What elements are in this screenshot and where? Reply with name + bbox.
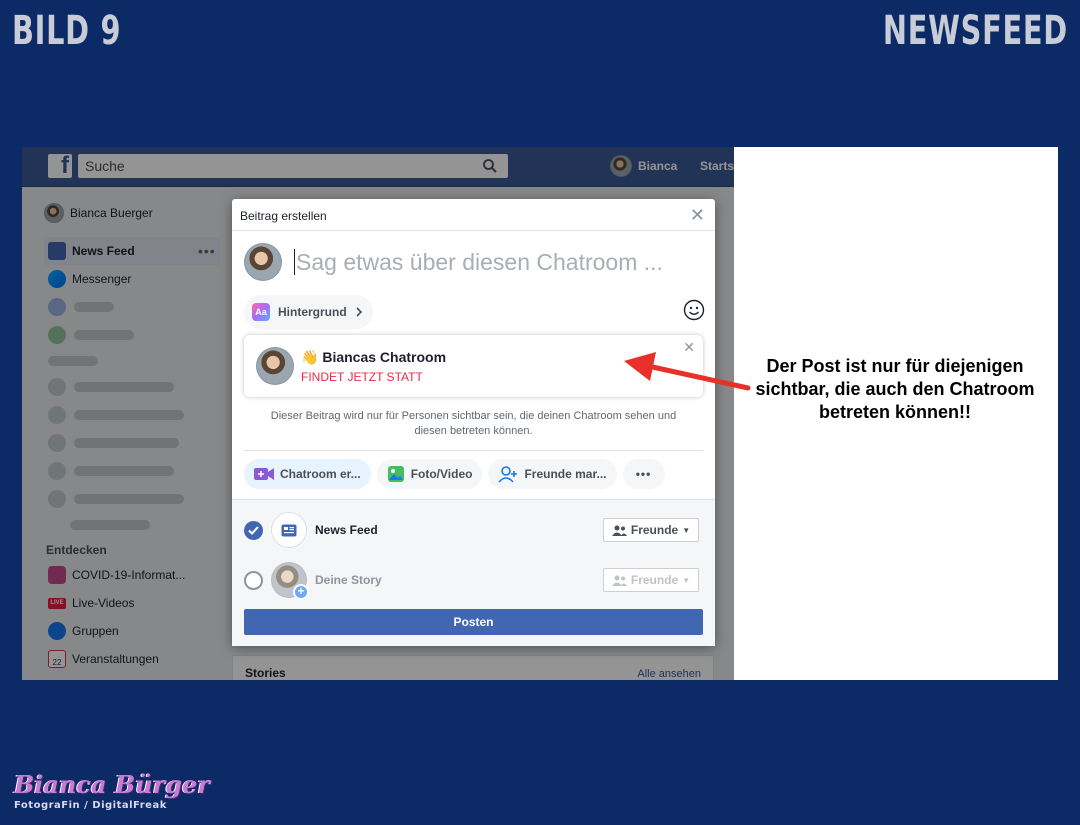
photo-video-button[interactable]: Foto/Video (376, 459, 483, 489)
avatar (244, 243, 282, 281)
video-plus-icon (254, 468, 274, 480)
share-destinations: News Feed Freunde ▼ + Deine Story Freund… (232, 499, 715, 646)
wave-emoji: 👋 (301, 349, 319, 365)
slide-title-left: BILD 9 (12, 8, 122, 54)
logo-subtitle: FotograFin / DigitalFreak (14, 800, 167, 811)
chatroom-attachment: 👋 Biancas Chatroom FINDET JETZT STATT ✕ (244, 335, 703, 397)
chatroom-title: Biancas Chatroom (322, 349, 447, 365)
logo-name: Bianca Bürger (14, 770, 210, 799)
audience-selector[interactable]: Freunde ▼ (603, 568, 699, 592)
chevron-right-icon (356, 307, 362, 317)
create-chatroom-button[interactable]: Chatroom er... (244, 459, 371, 489)
composer-input[interactable]: Sag etwas über diesen Chatroom ... (296, 249, 663, 276)
text-background-icon: Aa (252, 303, 270, 321)
background-button[interactable]: Aa Hintergrund (244, 295, 373, 329)
dialog-title: Beitrag erstellen (240, 209, 327, 223)
audience-label: Freunde (630, 573, 679, 587)
remove-attachment-icon[interactable]: ✕ (683, 339, 695, 356)
caret-down-icon: ▼ (682, 525, 691, 535)
avatar (256, 347, 294, 385)
annotation-text: Der Post ist nur für diejenigen sichtbar… (755, 356, 1035, 422)
checked-icon[interactable] (244, 520, 263, 540)
emoji-icon[interactable] (683, 299, 705, 321)
post-button[interactable]: Posten (244, 609, 703, 635)
audience-label: Freunde (630, 523, 679, 537)
caret-down-icon: ▼ (682, 575, 691, 585)
destination-news-feed[interactable]: News Feed (244, 512, 378, 548)
chatroom-name: 👋 Biancas Chatroom (301, 349, 446, 366)
more-actions-button[interactable]: ••• (622, 459, 665, 489)
friends-icon (611, 575, 627, 586)
avatar: + (271, 562, 309, 600)
chatroom-status: FINDET JETZT STATT (301, 370, 423, 384)
tag-friends-button[interactable]: Freunde mar... (488, 459, 617, 489)
friends-icon (611, 525, 627, 536)
dialog-header: Beitrag erstellen ✕ (232, 199, 715, 231)
facebook-screenshot: f Suche Bianca Startse Bianca Buerger Ne… (22, 147, 734, 680)
unchecked-icon[interactable] (244, 570, 263, 590)
slide-title-right: NEWSFEED (883, 8, 1068, 54)
destination-story[interactable]: + Deine Story (244, 562, 382, 600)
action-label: Freunde mar... (524, 467, 607, 481)
destination-label: Deine Story (315, 573, 382, 587)
post-actions: Chatroom er... Foto/Video Freunde mar...… (244, 459, 665, 489)
divider (244, 450, 703, 451)
photographer-logo: Bianca Bürger FotograFin / DigitalFreak (14, 770, 210, 811)
composer-row: Sag etwas über diesen Chatroom ... (244, 243, 663, 281)
photo-icon (387, 466, 404, 482)
add-icon: + (293, 584, 309, 600)
tag-friends-icon (498, 466, 518, 483)
action-label: Chatroom er... (280, 467, 361, 481)
audience-selector[interactable]: Freunde ▼ (603, 518, 699, 542)
action-label: Foto/Video (410, 467, 473, 481)
background-button-label: Hintergrund (278, 305, 347, 319)
close-icon[interactable]: ✕ (690, 205, 705, 226)
create-post-dialog: Beitrag erstellen ✕ Sag etwas über diese… (232, 199, 715, 646)
text-cursor (294, 249, 295, 275)
destination-label: News Feed (315, 523, 378, 537)
news-feed-icon (271, 512, 307, 548)
visibility-notice: Dieser Beitrag wird nur für Personen sic… (270, 410, 677, 437)
